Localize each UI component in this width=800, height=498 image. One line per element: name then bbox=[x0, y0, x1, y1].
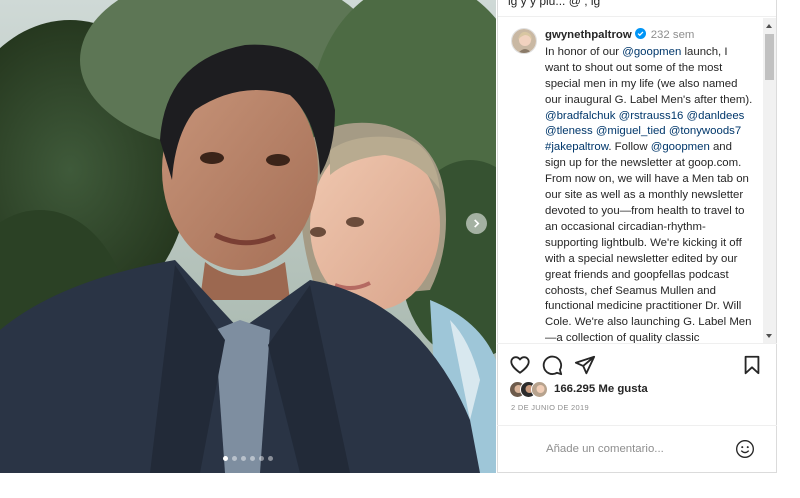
add-comment-bar bbox=[497, 425, 777, 473]
carousel-dot bbox=[223, 456, 228, 461]
caption: gwynethpaltrow 232 sem In honor of our @g… bbox=[545, 28, 753, 343]
share-button[interactable] bbox=[574, 354, 598, 378]
carousel-dot bbox=[250, 456, 255, 461]
scroll-up-arrow-icon[interactable] bbox=[766, 24, 772, 28]
caption-text-segment: . Follow bbox=[608, 141, 651, 154]
carousel-dot bbox=[259, 456, 264, 461]
username[interactable]: gwynethpaltrow bbox=[545, 29, 632, 41]
mention-link[interactable]: @rstrauss16 bbox=[619, 110, 684, 122]
post-date: 2 DE JUNIO DE 2019 bbox=[511, 403, 589, 412]
smiley-icon bbox=[736, 440, 754, 458]
previous-comment-text: ig y y plu... @ , ig bbox=[508, 0, 601, 8]
paper-plane-icon bbox=[574, 355, 596, 375]
scroll-down-arrow-icon[interactable] bbox=[766, 334, 772, 338]
bookmark-icon bbox=[744, 355, 760, 375]
post-time[interactable]: 232 sem bbox=[651, 29, 695, 41]
caption-text-segment: In honor of our bbox=[545, 45, 623, 58]
comment-bubble-icon bbox=[542, 355, 563, 376]
comment-button[interactable] bbox=[541, 354, 565, 378]
caption-text: In honor of our @goopmen launch, I want … bbox=[545, 46, 752, 343]
carousel-dot bbox=[241, 456, 246, 461]
liker-avatar bbox=[531, 381, 548, 398]
emoji-button[interactable] bbox=[735, 439, 755, 459]
chevron-right-icon bbox=[474, 219, 480, 228]
avatar-image bbox=[512, 29, 536, 53]
caption-scrollbar[interactable] bbox=[763, 18, 776, 343]
heart-icon bbox=[510, 356, 530, 374]
mention-link[interactable]: @miguel_tied bbox=[596, 125, 666, 137]
likes-count[interactable]: 166.295 Me gusta bbox=[554, 383, 648, 395]
mention-link[interactable]: @tonywoods7 bbox=[669, 125, 741, 137]
scrollbar-thumb[interactable] bbox=[765, 34, 774, 80]
post-photo[interactable] bbox=[0, 0, 496, 473]
verified-badge-icon bbox=[634, 28, 646, 45]
hashtag-link[interactable]: #jakepaltrow bbox=[545, 141, 608, 153]
mention-link[interactable]: @goopmen bbox=[651, 141, 710, 153]
previous-comment-strip: ig y y plu... @ , ig bbox=[498, 0, 776, 17]
mention-link[interactable]: @danldees bbox=[687, 110, 745, 122]
caption-text-segment: and sign up for the newsletter at goop.c… bbox=[545, 141, 752, 343]
carousel-dot bbox=[268, 456, 273, 461]
instagram-post-view: ig y y plu... @ , ig gwynethpaltrow 232 s… bbox=[0, 0, 800, 498]
save-button[interactable] bbox=[741, 354, 765, 378]
carousel-indicator bbox=[0, 456, 496, 461]
mention-link[interactable]: @tleness bbox=[545, 125, 593, 137]
like-button[interactable] bbox=[509, 354, 533, 378]
caption-area: gwynethpaltrow 232 sem In honor of our @g… bbox=[498, 18, 776, 343]
mention-link[interactable]: @goopmen bbox=[622, 46, 681, 58]
carousel-dot bbox=[232, 456, 237, 461]
photo-illustration bbox=[0, 0, 496, 473]
avatar[interactable] bbox=[511, 28, 537, 54]
carousel-next-button[interactable] bbox=[466, 213, 487, 234]
comment-input[interactable] bbox=[546, 439, 736, 459]
likes-summary[interactable]: 166.295 Me gusta bbox=[509, 381, 769, 399]
mention-link[interactable]: @bradfalchuk bbox=[545, 110, 615, 122]
